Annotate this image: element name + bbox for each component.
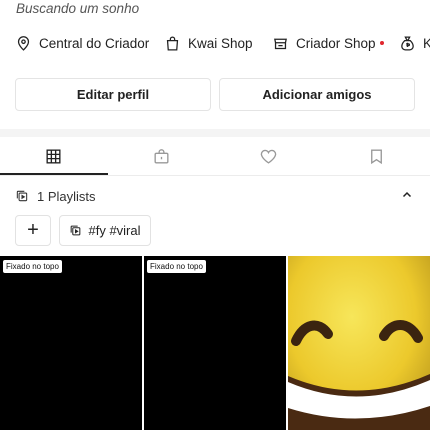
lock-bag-icon <box>154 148 169 164</box>
video-grid: Fixado no topo Fixado no topo <box>0 256 430 430</box>
tab-private[interactable] <box>108 137 216 175</box>
shortcut-more[interactable]: K <box>399 32 430 54</box>
laughing-emoji-image <box>288 256 430 430</box>
shortcut-label: K <box>423 35 430 51</box>
tab-likes[interactable] <box>215 137 323 175</box>
bookmark-icon <box>370 148 382 164</box>
video-thumbnail[interactable]: Fixado no topo <box>144 256 286 430</box>
pinned-badge: Fixado no topo <box>3 260 62 273</box>
shortcuts-bar: Central do Criador Kwai Shop Criador Sho… <box>0 32 430 54</box>
profile-bio: Buscando um sonho <box>16 1 140 16</box>
add-playlist-button[interactable]: + <box>15 215 51 246</box>
playlist-chip-label: #fy #viral <box>88 223 141 238</box>
storefront-icon <box>274 38 287 49</box>
tab-videos-grid[interactable] <box>0 137 108 175</box>
playlist-chip[interactable]: #fy #viral <box>59 215 151 246</box>
profile-tabs <box>0 137 430 175</box>
grid-icon <box>46 148 61 164</box>
playlists-header[interactable]: 1 Playlists <box>15 186 415 206</box>
playlist-icon <box>71 225 81 236</box>
section-divider <box>0 129 430 137</box>
shortcut-criador-shop[interactable]: Criador Shop <box>272 32 384 54</box>
money-bag-icon <box>401 35 414 51</box>
shortcut-label: Kwai Shop <box>188 35 253 51</box>
chevron-up-icon[interactable] <box>401 189 413 201</box>
pinned-badge: Fixado no topo <box>147 260 206 273</box>
edit-profile-button[interactable]: Editar perfil <box>15 78 211 111</box>
video-thumbnail[interactable]: Fixado no topo <box>0 256 142 430</box>
shortcut-label: Criador Shop <box>296 35 376 51</box>
playlists-count: 1 Playlists <box>37 188 96 204</box>
location-pin-icon <box>17 35 30 51</box>
shortcut-label: Central do Criador <box>39 35 150 51</box>
shopping-bag-icon <box>166 36 179 51</box>
notification-dot <box>379 41 384 45</box>
video-thumbnail[interactable] <box>288 256 430 430</box>
tab-saved[interactable] <box>323 137 430 175</box>
shortcut-creator-center[interactable]: Central do Criador <box>15 32 149 54</box>
heart-icon <box>261 149 277 164</box>
tabs-underline <box>0 175 430 176</box>
add-friends-button[interactable]: Adicionar amigos <box>219 78 415 111</box>
shortcut-kwai-shop[interactable]: Kwai Shop <box>164 32 253 54</box>
playlist-icon <box>16 190 28 202</box>
